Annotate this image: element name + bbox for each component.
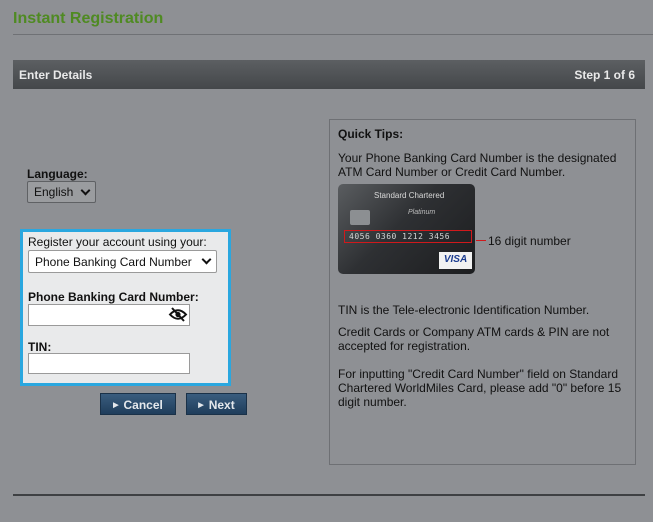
card-number-highlight: 4056 0360 1212 3456: [344, 230, 472, 243]
callout-line: [476, 240, 486, 241]
panel-header: Enter Details Step 1 of 6: [13, 60, 645, 89]
triangle-right-icon: ▶: [198, 402, 204, 409]
title-divider: [13, 34, 653, 35]
tip-card-number: Your Phone Banking Card Number is the de…: [338, 151, 617, 179]
registration-method-select[interactable]: Phone Banking Card Number: [28, 250, 217, 273]
triangle-right-icon: ▶: [113, 402, 119, 409]
next-button-label: Next: [208, 398, 235, 412]
page-title: Instant Registration: [13, 10, 164, 27]
cancel-button-label: Cancel: [123, 398, 163, 412]
card-tier: Platinum: [408, 209, 436, 216]
card-number-callout: 16 digit number: [488, 234, 571, 248]
tip-worldmiles: For inputting "Credit Card Number" field…: [338, 367, 622, 409]
card-number-label: Phone Banking Card Number:: [28, 290, 199, 304]
language-select-value: English: [34, 185, 74, 199]
visa-logo: VISA: [439, 252, 472, 269]
sample-card-image: Standard Chartered Platinum 4056 0360 12…: [338, 184, 475, 274]
chevron-down-icon: [80, 185, 91, 196]
registration-method-value: Phone Banking Card Number: [35, 255, 192, 269]
quick-tips-panel: Quick Tips: Your Phone Banking Card Numb…: [329, 119, 636, 465]
cancel-button[interactable]: ▶ Cancel: [100, 393, 176, 415]
language-select[interactable]: English: [27, 181, 96, 203]
card-chip: [350, 210, 370, 225]
eye-slash-icon[interactable]: [168, 307, 188, 322]
language-label: Language:: [27, 167, 88, 181]
tin-label: TIN:: [28, 340, 52, 354]
tip-not-accepted: Credit Cards or Company ATM cards & PIN …: [338, 325, 610, 353]
next-button[interactable]: ▶ Next: [186, 393, 247, 415]
registration-method-label: Register your account using your:: [28, 235, 207, 249]
card-number-input[interactable]: [28, 304, 190, 326]
panel-footer-divider: [13, 494, 645, 496]
step-indicator: Step 1 of 6: [574, 68, 635, 82]
registration-form: Register your account using your: Phone …: [20, 229, 231, 386]
quick-tips-title: Quick Tips:: [338, 127, 404, 141]
panel-header-title: Enter Details: [19, 68, 93, 82]
chevron-down-icon: [201, 254, 212, 265]
tip-tin: TIN is the Tele-electronic Identificatio…: [338, 303, 590, 317]
card-bank-name: Standard Chartered: [374, 191, 445, 200]
tin-input[interactable]: [28, 353, 190, 374]
